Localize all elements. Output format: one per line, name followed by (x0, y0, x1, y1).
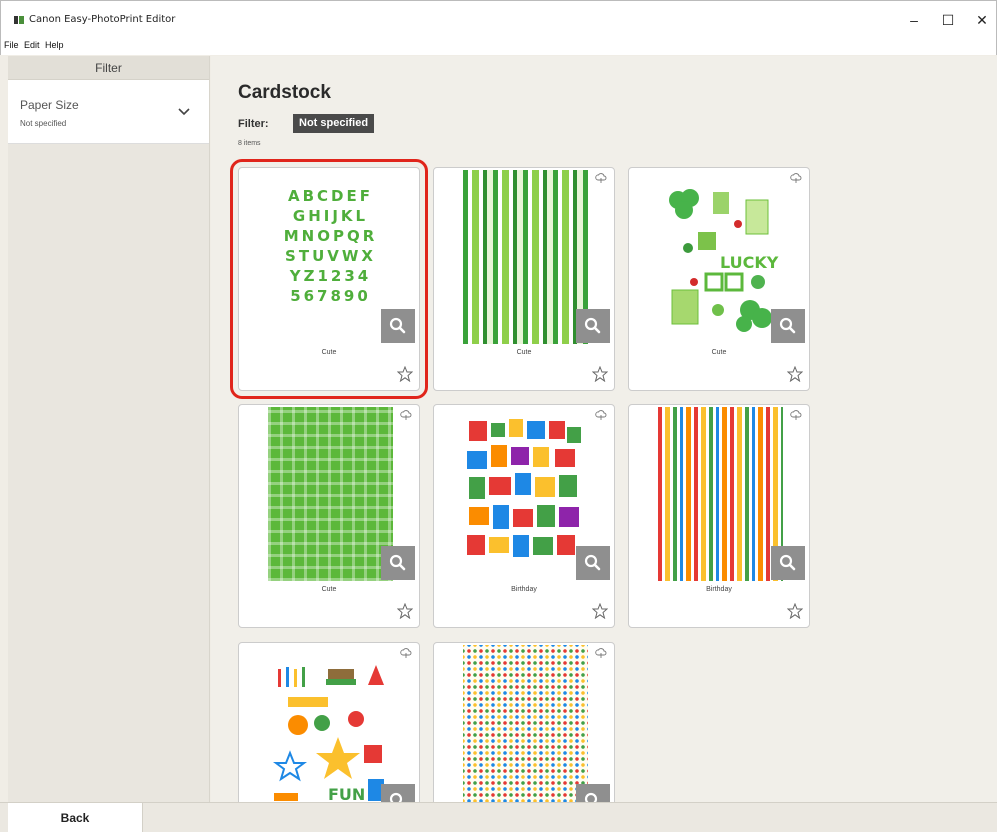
title-bar: Canon Easy-PhotoPrint Editor – ☐ ✕ (0, 0, 997, 37)
template-thumbnail: FUN (268, 645, 393, 819)
magnifier-icon (389, 317, 406, 334)
template-label: Cute (711, 349, 727, 356)
menu-edit[interactable]: Edit (24, 40, 40, 50)
template-label: Cute (321, 586, 337, 593)
close-button[interactable]: ✕ (967, 9, 997, 31)
back-button[interactable]: Back (8, 803, 143, 832)
main-content: Cardstock Filter: Not specified 8 items … (211, 56, 997, 822)
cloud-download-icon (400, 648, 412, 658)
alphabet-row: YZ1234 (289, 267, 372, 285)
bottom-bar: Back (0, 802, 997, 832)
chevron-down-icon[interactable] (178, 108, 190, 116)
favorite-star-icon[interactable] (592, 366, 608, 382)
alphabet-row: STUVWX (285, 247, 376, 265)
item-count: 8 items (238, 140, 261, 147)
template-card[interactable]: LUCKY Cute (628, 167, 810, 391)
template-thumbnail (658, 407, 783, 581)
filter-label: Filter: (238, 118, 269, 130)
filter-badge[interactable]: Not specified (293, 114, 375, 133)
sidebar-header: Filter (8, 56, 209, 80)
template-card[interactable]: ABCDEF GHIJKL MNOPQR STUVWX YZ1234 56789… (230, 159, 428, 399)
template-card[interactable]: Cute (238, 404, 420, 628)
paper-size-label: Paper Size (20, 98, 79, 112)
menu-file[interactable]: File (4, 40, 19, 50)
cloud-download-icon (790, 173, 802, 183)
letter-blocks-illustration (467, 419, 581, 557)
menu-help[interactable]: Help (45, 40, 64, 50)
template-thumbnail: ABCDEF GHIJKL MNOPQR STUVWX YZ1234 56789… (268, 170, 393, 344)
alphabet-row: 567890 (290, 287, 371, 305)
window-title: Canon Easy-PhotoPrint Editor (29, 14, 176, 25)
zoom-button[interactable] (381, 546, 415, 580)
zoom-button[interactable] (576, 309, 610, 343)
zoom-button[interactable] (771, 546, 805, 580)
magnifier-icon (389, 554, 406, 571)
paper-size-filter[interactable]: Paper Size Not specified (8, 80, 209, 144)
menu-bar: File Edit Help (0, 37, 997, 55)
favorite-star-icon[interactable] (787, 603, 803, 619)
cloud-download-icon (595, 173, 607, 183)
template-card[interactable]: FUN (238, 642, 420, 822)
template-card[interactable]: Birthday (628, 404, 810, 628)
filter-sidebar: Filter Paper Size Not specified (8, 56, 210, 802)
alphabet-row: MNOPQR (283, 227, 378, 245)
template-card[interactable] (433, 642, 615, 822)
zoom-button[interactable] (381, 309, 415, 343)
cloud-download-icon (400, 410, 412, 420)
favorite-star-icon[interactable] (397, 603, 413, 619)
alphabet-row: GHIJKL (292, 207, 369, 225)
alphabet-row: ABCDEF (288, 187, 373, 205)
cloud-download-icon (790, 410, 802, 420)
template-thumbnail (268, 407, 393, 581)
cloud-download-icon (595, 648, 607, 658)
clover-illustration: LUCKY (669, 189, 779, 332)
favorite-star-icon[interactable] (592, 603, 608, 619)
zoom-button[interactable] (771, 309, 805, 343)
template-thumbnail (463, 407, 588, 581)
zoom-button[interactable] (576, 546, 610, 580)
maximize-button[interactable]: ☐ (933, 9, 963, 31)
svg-text:LUCKY: LUCKY (720, 253, 779, 272)
favorite-star-icon[interactable] (397, 366, 413, 382)
template-card[interactable]: Cute (433, 167, 615, 391)
template-label: Birthday (706, 586, 732, 593)
birthday-illustration: FUN (273, 665, 384, 804)
template-label: Cute (321, 349, 337, 356)
app-icon (14, 16, 24, 24)
template-label: Cute (516, 349, 532, 356)
template-card[interactable]: Birthday (433, 404, 615, 628)
cloud-download-icon (595, 410, 607, 420)
template-thumbnail (463, 645, 588, 819)
magnifier-icon (779, 317, 796, 334)
template-label: Birthday (511, 586, 537, 593)
template-thumbnail: LUCKY (658, 170, 783, 344)
favorite-star-icon[interactable] (787, 366, 803, 382)
magnifier-icon (779, 554, 796, 571)
magnifier-icon (584, 554, 601, 571)
paper-size-value: Not specified (20, 119, 67, 128)
magnifier-icon (584, 317, 601, 334)
page-title: Cardstock (238, 82, 331, 103)
minimize-button[interactable]: – (899, 9, 929, 31)
template-thumbnail (463, 170, 588, 344)
